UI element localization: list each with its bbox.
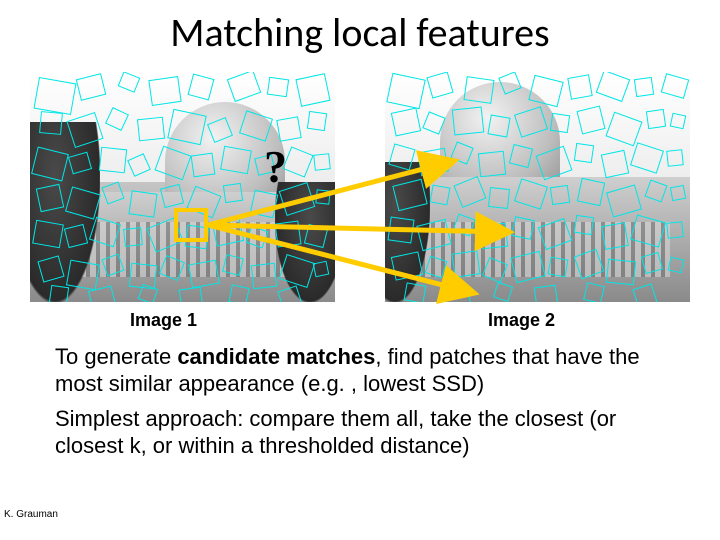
feature-box	[511, 216, 535, 240]
figure-area: ?	[30, 72, 690, 312]
feature-box	[646, 109, 666, 129]
feature-box	[307, 111, 327, 131]
feature-box	[452, 107, 485, 136]
feature-box	[191, 153, 216, 178]
caption-image-1: Image 1	[130, 310, 197, 331]
caption-image-2: Image 2	[488, 310, 555, 331]
feature-box	[32, 220, 64, 248]
image-1	[30, 72, 335, 302]
feature-box	[666, 149, 684, 167]
feature-box	[99, 147, 127, 174]
feature-box	[550, 185, 570, 205]
feature-box	[274, 220, 301, 247]
feature-box	[228, 284, 249, 302]
feature-box	[634, 77, 654, 97]
feature-box	[220, 146, 252, 174]
feature-box	[313, 261, 330, 278]
paragraph-1: To generate candidate matches, find patc…	[55, 344, 680, 398]
feature-box	[488, 187, 510, 209]
feature-box	[574, 215, 594, 235]
feature-box	[276, 116, 301, 141]
feature-box	[39, 111, 63, 135]
feature-box	[574, 143, 594, 163]
feature-box	[148, 76, 181, 106]
feature-box	[128, 190, 157, 217]
feature-box	[34, 77, 77, 115]
p1-emphasis: candidate matches	[177, 344, 375, 369]
feature-box	[670, 185, 686, 201]
feature-box	[583, 282, 605, 302]
paragraph-2: Simplest approach: compare them all, tak…	[55, 406, 680, 460]
feature-box	[487, 114, 510, 137]
feature-box	[404, 282, 427, 302]
credit-text: K. Grauman	[4, 509, 58, 520]
feature-box	[478, 151, 506, 178]
p1-part-a: To generate	[55, 344, 177, 369]
feature-box	[567, 74, 592, 99]
feature-box	[66, 260, 100, 291]
slide: Matching local features ?	[0, 0, 720, 540]
feature-box	[670, 113, 687, 130]
slide-title: Matching local features	[0, 8, 720, 57]
feature-box	[179, 287, 204, 302]
feature-box	[137, 117, 165, 142]
feature-box	[668, 257, 685, 274]
feature-box	[315, 189, 330, 204]
feature-box	[430, 185, 451, 206]
feature-box	[577, 178, 605, 206]
query-patch-box	[174, 208, 208, 242]
feature-box	[223, 183, 243, 203]
feature-box	[480, 223, 508, 250]
feature-box	[188, 260, 220, 288]
feature-box	[267, 77, 289, 98]
question-mark: ?	[264, 140, 287, 193]
feature-box	[36, 184, 64, 212]
feature-box	[49, 285, 69, 302]
feature-box	[601, 222, 629, 250]
feature-box	[606, 259, 636, 286]
feature-box	[417, 148, 449, 176]
feature-box	[250, 190, 278, 218]
feature-box	[548, 257, 569, 278]
feature-box	[251, 263, 277, 289]
feature-box	[550, 113, 570, 133]
feature-box	[313, 153, 331, 171]
image-2	[385, 72, 690, 302]
feature-box	[123, 227, 143, 247]
feature-box	[463, 76, 494, 104]
feature-box	[451, 250, 480, 277]
feature-box	[666, 221, 684, 239]
feature-box	[534, 285, 559, 302]
feature-box	[387, 216, 414, 243]
feature-box	[601, 150, 629, 178]
